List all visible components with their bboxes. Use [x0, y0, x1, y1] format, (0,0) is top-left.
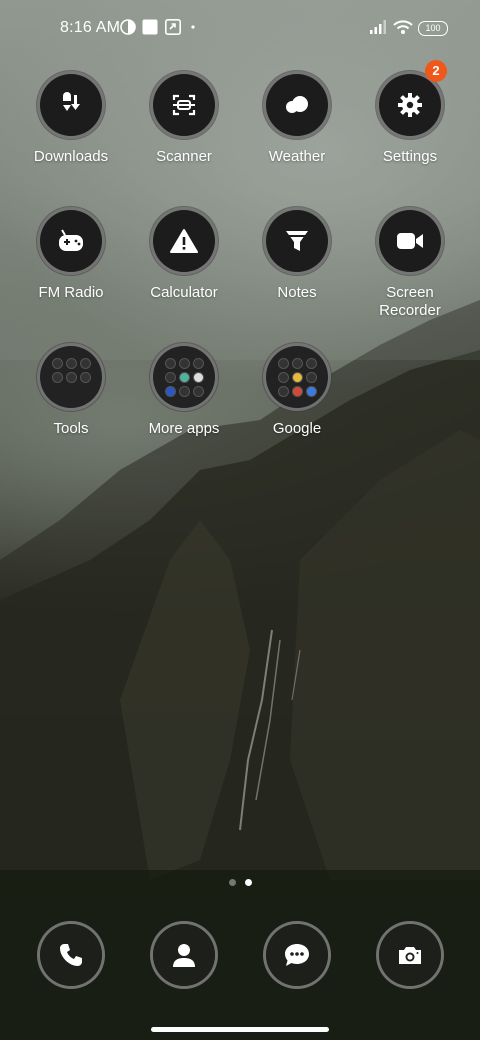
scanner-icon — [172, 94, 196, 116]
app-label: Screen Recorder — [379, 284, 441, 319]
phone-icon — [60, 944, 82, 966]
app-label: More apps — [148, 420, 220, 437]
battery-icon: 100 — [418, 21, 448, 36]
mini-app-icon — [80, 358, 91, 369]
wifi-icon — [393, 20, 413, 34]
app-label: Settings — [382, 148, 438, 165]
mini-app-icon — [306, 358, 317, 369]
warning-icon — [170, 229, 198, 253]
folder-icon — [274, 354, 320, 400]
mini-app-icon — [306, 386, 317, 397]
camera-icon — [399, 947, 421, 964]
clock: 8:16 AM — [60, 19, 121, 36]
page-indicator-dot-1[interactable] — [229, 879, 236, 886]
folder-icon — [161, 354, 207, 400]
mini-app-icon — [179, 372, 190, 383]
mini-app-icon — [66, 372, 77, 383]
folder-more-apps[interactable]: More apps — [128, 346, 240, 438]
downloads-icon — [63, 92, 80, 111]
notification-badge: 2 — [425, 60, 447, 82]
folder-icon — [48, 354, 94, 400]
contacts-icon — [173, 944, 195, 967]
upload-box-icon — [165, 19, 181, 35]
app-label: Calculator — [150, 284, 218, 301]
mini-app-icon — [193, 372, 204, 383]
mini-app-icon — [278, 358, 289, 369]
app-label: Google — [272, 420, 322, 437]
app-settings[interactable]: 2 Settings — [354, 60, 466, 166]
app-screen-recorder[interactable]: Screen Recorder — [354, 210, 466, 320]
app-downloads[interactable]: Downloads — [15, 74, 127, 166]
mini-app-icon — [193, 358, 204, 369]
status-bar: 8:16 AM 100 — [0, 0, 480, 56]
mini-app-icon — [292, 358, 303, 369]
mini-app-icon — [165, 372, 176, 383]
app-label: Tools — [53, 420, 89, 437]
video-camera-icon — [397, 233, 423, 249]
folder-tools[interactable]: Tools — [15, 346, 127, 438]
app-scanner[interactable]: Scanner — [128, 74, 240, 166]
app-label: Downloads — [33, 148, 109, 165]
settings-icon — [398, 93, 422, 117]
mini-app-icon — [165, 358, 176, 369]
mini-app-icon — [165, 386, 176, 397]
app-label: FM Radio — [38, 284, 104, 301]
dock-messages[interactable] — [266, 924, 328, 986]
gesture-home-bar[interactable] — [151, 1027, 329, 1032]
mini-app-icon — [193, 386, 204, 397]
weather-icon — [286, 96, 308, 113]
mini-app-icon — [66, 358, 77, 369]
mini-app-icon — [292, 386, 303, 397]
mini-app-icon — [52, 358, 63, 369]
messages-icon — [285, 944, 309, 966]
mini-app-icon — [52, 372, 63, 383]
mini-app-icon — [80, 372, 91, 383]
dock-phone[interactable] — [40, 924, 102, 986]
mini-app-icon — [306, 372, 317, 383]
funnel-icon — [286, 231, 308, 251]
mini-app-icon — [278, 372, 289, 383]
mini-app-icon — [179, 358, 190, 369]
app-fm-radio[interactable]: FM Radio — [15, 210, 127, 302]
mini-app-icon — [179, 386, 190, 397]
page-indicator-dot-2[interactable] — [245, 879, 252, 886]
data-saver-icon — [120, 19, 136, 35]
signal-icon — [370, 20, 386, 34]
dock-contacts[interactable] — [153, 924, 215, 986]
folder-google[interactable]: Google — [241, 346, 353, 438]
dot-icon — [191, 25, 195, 29]
app-label: Scanner — [156, 148, 212, 165]
notification-square-icon — [142, 19, 158, 35]
app-notes[interactable]: Notes — [241, 210, 353, 302]
app-calculator[interactable]: Calculator — [128, 210, 240, 302]
radio-icon — [59, 229, 83, 251]
app-weather[interactable]: Weather — [241, 74, 353, 166]
dock-camera[interactable] — [379, 924, 441, 986]
app-label: Notes — [277, 284, 317, 301]
mini-app-icon — [278, 386, 289, 397]
mini-app-icon — [292, 372, 303, 383]
app-label: Weather — [268, 148, 326, 165]
